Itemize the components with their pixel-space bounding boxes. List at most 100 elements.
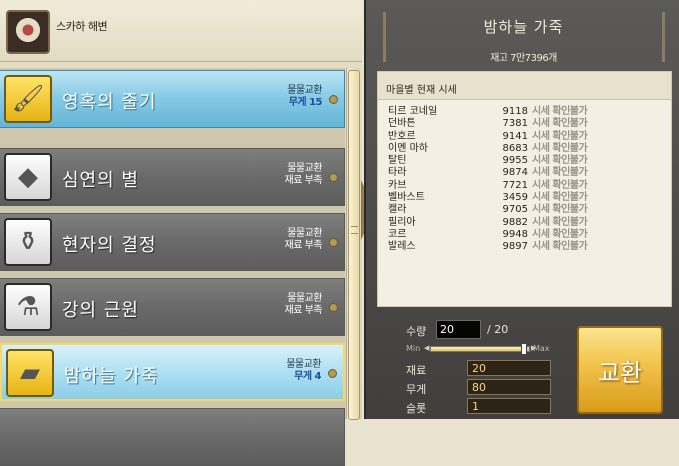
price-row: 코르 9948 시세 확인불가 bbox=[386, 229, 666, 241]
town-name: 카브 bbox=[388, 179, 407, 191]
town-price-list: 마을별 현재 시세 티르 코네일 9118 시세 확인불가 던바튼 7381 시세 확인불… bbox=[377, 71, 672, 307]
item-list-panel: 스카하 해변 🖌 영혹의 줄기 물물교환 무게 15 ◆ 심연의 별 물물교환 … bbox=[0, 0, 362, 466]
town-name: 발레스 bbox=[388, 241, 416, 253]
price-row: 반호르 9141 시세 확인불가 bbox=[386, 131, 666, 143]
detail-panel: 밤하늘 가죽 재고 7만7396개 마을별 현재 시세 티르 코네일 9118 시세… bbox=[364, 0, 679, 419]
item-list-scrollbar[interactable] bbox=[346, 68, 360, 420]
item-name: 심연의 별 bbox=[62, 170, 139, 191]
potion-bottle-icon: ⚱ bbox=[4, 218, 52, 266]
price-row: 던바튼 7381 시세 확인불가 bbox=[386, 118, 666, 130]
town-price: 3459 bbox=[502, 192, 528, 204]
price-status: 시세 확인불가 bbox=[532, 192, 588, 204]
town-price: 9874 bbox=[502, 167, 528, 179]
price-row: 탈틴 9955 시세 확인불가 bbox=[386, 155, 666, 167]
item-type: 물물교환 bbox=[287, 85, 322, 96]
item-type: 물물교환 bbox=[286, 359, 321, 370]
price-status: 시세 확인불가 bbox=[532, 204, 588, 216]
quantity-label: 수량 bbox=[406, 325, 427, 338]
town-name: 던바튼 bbox=[388, 118, 416, 130]
item-status: 무게 15 bbox=[288, 97, 323, 108]
item-name: 강의 근원 bbox=[62, 300, 139, 321]
price-row: 티르 코네일 9118 시세 확인불가 bbox=[386, 106, 666, 118]
item-status: 재료 부족 bbox=[284, 175, 323, 186]
item-indicator bbox=[328, 369, 337, 378]
price-status: 시세 확인불가 bbox=[532, 179, 588, 191]
town-price: 8683 bbox=[502, 142, 528, 154]
quantity-input[interactable] bbox=[436, 320, 481, 339]
dark-crystal-icon: ◆ bbox=[4, 153, 52, 201]
price-status: 시세 확인불가 bbox=[532, 130, 588, 142]
item-type: 물물교환 bbox=[287, 293, 322, 304]
slider-handle[interactable] bbox=[521, 343, 528, 355]
price-list-header: 마을별 현재 시세 bbox=[378, 72, 671, 100]
item-status: 재료 부족 bbox=[284, 305, 323, 316]
slot-value: 1 bbox=[467, 398, 551, 414]
item-indicator bbox=[329, 303, 338, 312]
item-indicator bbox=[329, 238, 338, 247]
price-status: 시세 확인불가 bbox=[532, 155, 588, 167]
town-name: 반호르 bbox=[388, 130, 416, 142]
weight-value: 80 bbox=[467, 379, 551, 395]
town-name: 켈라 bbox=[388, 204, 407, 216]
item-type: 물물교환 bbox=[287, 228, 322, 239]
price-status: 시세 확인불가 bbox=[532, 106, 588, 117]
slider-max-label: Max bbox=[533, 344, 550, 353]
town-price: 9118 bbox=[502, 106, 528, 117]
scroll-grip-icon bbox=[351, 226, 358, 234]
price-row: 벨바스트 3459 시세 확인불가 bbox=[386, 192, 666, 204]
price-rows: 티르 코네일 9118 시세 확인불가 던바튼 7381 시세 확인불가 반호르 9141 시세… bbox=[386, 106, 666, 254]
town-price: 7721 bbox=[502, 179, 528, 191]
town-name: 벨바스트 bbox=[388, 192, 425, 204]
brush-bundle-icon: 🖌 bbox=[4, 75, 52, 123]
price-status: 시세 확인불가 bbox=[532, 142, 588, 154]
detail-title: 밤하늘 가죽 bbox=[483, 18, 564, 36]
item-name: 밤하늘 가죽 bbox=[64, 366, 159, 387]
item-status: 재료 부족 bbox=[284, 240, 323, 251]
quantity-slider[interactable] bbox=[430, 343, 530, 355]
list-item[interactable]: ▰ 밤하늘 가죽 물물교환 무게 4 bbox=[0, 343, 345, 401]
price-row: 이멘 마하 8683 시세 확인불가 bbox=[386, 143, 666, 155]
exchange-button[interactable]: 교환 bbox=[577, 326, 663, 414]
town-price: 9705 bbox=[502, 204, 528, 216]
scroll-thumb[interactable] bbox=[348, 70, 360, 420]
list-item[interactable]: 🖌 영혹의 줄기 물물교환 무게 15 bbox=[0, 70, 345, 128]
price-status: 시세 확인불가 bbox=[532, 167, 588, 179]
item-list: 🖌 영혹의 줄기 물물교환 무게 15 ◆ 심연의 별 물물교환 재료 부족 ⚱… bbox=[0, 68, 345, 466]
price-row: 타라 9874 시세 확인불가 bbox=[386, 167, 666, 179]
price-row: 카브 7721 시세 확인불가 bbox=[386, 180, 666, 192]
town-name: 이멘 마하 bbox=[388, 142, 428, 154]
npc-avatar bbox=[6, 10, 50, 54]
weight-label: 무게 bbox=[406, 383, 427, 396]
item-status: 무게 4 bbox=[294, 371, 321, 382]
price-row: 필리아 9882 시세 확인불가 bbox=[386, 217, 666, 229]
list-item[interactable]: ⚗ 강의 근원 물물교환 재료 부족 bbox=[0, 278, 345, 336]
price-row: 켈라 9705 시세 확인불가 bbox=[386, 204, 666, 216]
slider-min-label: Min bbox=[406, 344, 421, 353]
item-type: 물물교환 bbox=[287, 163, 322, 174]
list-item[interactable]: ◆ 심연의 별 물물교환 재료 부족 bbox=[0, 148, 345, 206]
material-value: 20 bbox=[467, 360, 551, 376]
quantity-max: / 20 bbox=[487, 323, 509, 336]
town-price: 9141 bbox=[502, 130, 528, 142]
slot-label: 슬롯 bbox=[406, 402, 427, 415]
item-indicator bbox=[329, 173, 338, 182]
town-price: 9882 bbox=[502, 216, 528, 228]
item-indicator bbox=[329, 95, 338, 104]
town-price: 7381 bbox=[502, 118, 528, 130]
town-name: 필리아 bbox=[388, 216, 416, 228]
town-name: 코르 bbox=[388, 228, 407, 240]
list-item[interactable] bbox=[0, 408, 345, 466]
town-name: 타라 bbox=[388, 167, 407, 179]
list-item[interactable]: ⚱ 현자의 결정 물물교환 재료 부족 bbox=[0, 213, 345, 271]
price-status: 시세 확인불가 bbox=[532, 118, 588, 130]
price-row: 발레스 9897 시세 확인불가 bbox=[386, 241, 666, 253]
item-name: 영혹의 줄기 bbox=[62, 92, 157, 113]
slider-left-arrow-icon[interactable]: ◀ bbox=[424, 344, 429, 352]
npc-header: 스카하 해변 bbox=[0, 0, 362, 62]
town-price: 9897 bbox=[502, 241, 528, 253]
glass-bottle-icon: ⚗ bbox=[4, 283, 52, 331]
town-name: 티르 코네일 bbox=[388, 106, 438, 117]
price-status: 시세 확인불가 bbox=[532, 228, 588, 240]
stock-count: 재고 7만7396개 bbox=[490, 53, 557, 64]
slider-fill bbox=[431, 347, 525, 351]
